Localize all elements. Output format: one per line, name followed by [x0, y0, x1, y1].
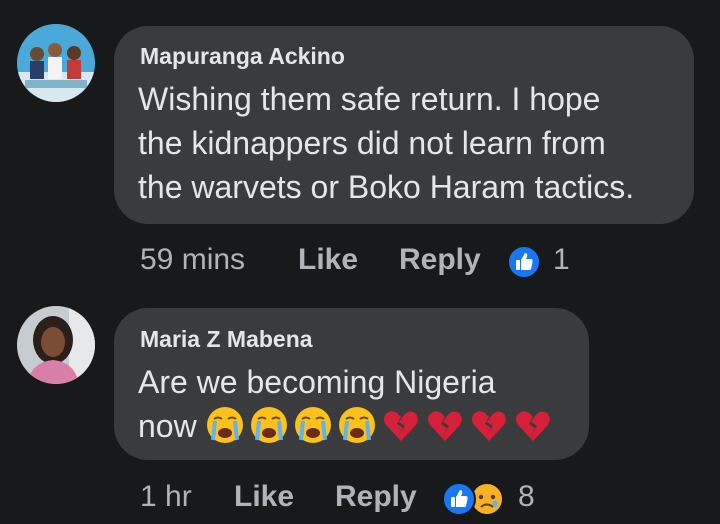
broken-heart-icon [468, 404, 510, 446]
avatar[interactable] [17, 306, 95, 384]
comment-text-line: the warvets or Boko Haram tactics. [138, 169, 635, 205]
like-button[interactable]: Like [234, 480, 294, 514]
reactions-summary[interactable] [507, 245, 541, 284]
crying-face-icon [292, 404, 334, 446]
reply-button[interactable]: Reply [335, 480, 417, 514]
reactions-summary[interactable] [442, 482, 506, 521]
like-icon [442, 482, 476, 516]
crying-face-icon [204, 404, 246, 446]
reaction-count[interactable]: 8 [518, 480, 535, 514]
like-icon [507, 245, 541, 279]
comment-text-line: Wishing them safe return. I hope [138, 81, 601, 117]
comment-author[interactable]: Mapuranga Ackino [140, 43, 345, 70]
comment-text-line: now [138, 408, 197, 444]
comment-author[interactable]: Maria Z Mabena [140, 326, 313, 353]
broken-heart-icon [512, 404, 554, 446]
broken-heart-icon [424, 404, 466, 446]
broken-heart-icon [380, 404, 422, 446]
comment-timestamp: 59 mins [140, 243, 246, 276]
crying-face-icon [336, 404, 378, 446]
comment-timestamp: 1 hr [140, 480, 192, 513]
avatar[interactable] [17, 24, 95, 102]
reply-button[interactable]: Reply [399, 243, 481, 277]
emoji-row [204, 404, 554, 446]
crying-face-icon [248, 404, 290, 446]
comment-text-line: the kidnappers did not learn from [138, 125, 606, 161]
reaction-count[interactable]: 1 [553, 243, 570, 277]
like-button[interactable]: Like [298, 243, 358, 277]
comment-text-line: Are we becoming Nigeria [138, 364, 496, 400]
